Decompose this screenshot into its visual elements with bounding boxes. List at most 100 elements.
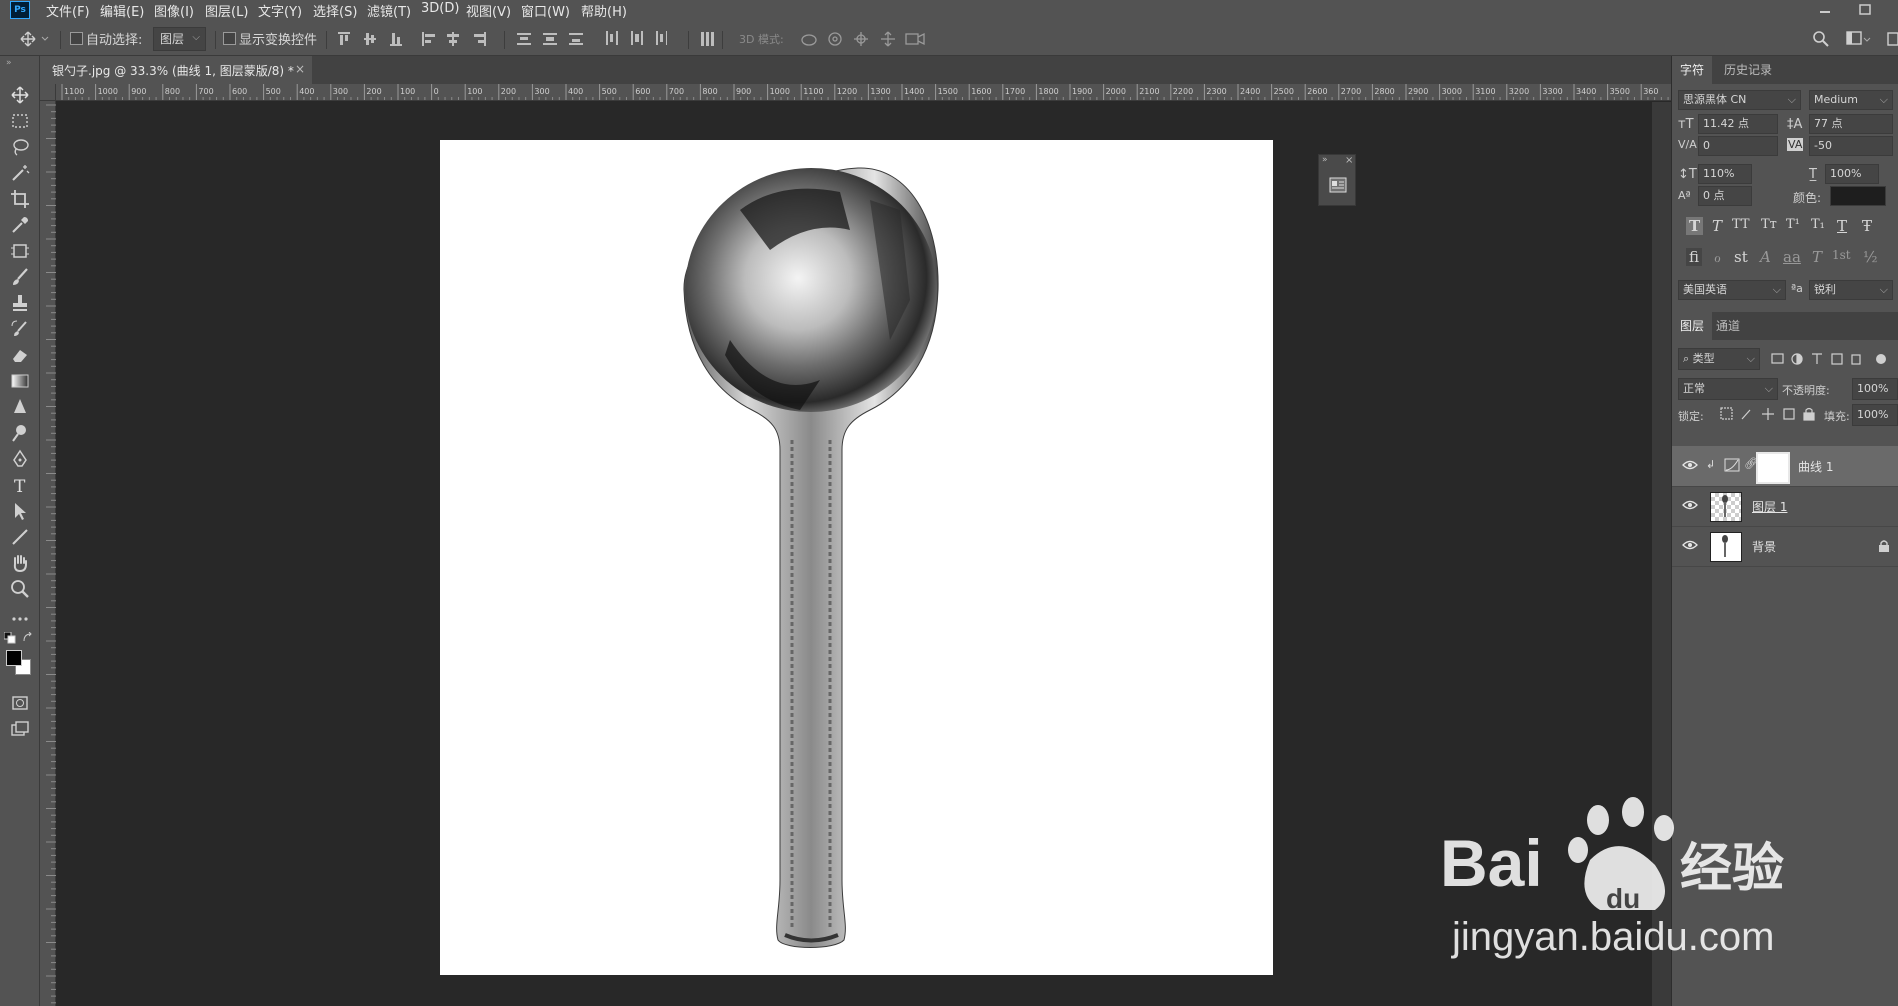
font-family-select[interactable]: 思源黑体 CN ⌵ <box>1678 90 1801 110</box>
align-group-icon[interactable] <box>338 31 498 47</box>
dodge-tool-icon[interactable] <box>9 422 31 444</box>
menu-layer[interactable]: 图层(L) <box>205 1 248 20</box>
minimize-icon[interactable] <box>1818 2 1832 16</box>
small-caps-button[interactable]: Tт <box>1761 217 1777 232</box>
auto-align-icon[interactable] <box>700 31 714 47</box>
ligature-button[interactable]: fi <box>1686 248 1703 266</box>
superscript-button[interactable]: T¹ <box>1786 217 1800 232</box>
baseline-shift-field[interactable]: 0 点 <box>1698 186 1752 206</box>
font-size-field[interactable]: 11.42 点 <box>1698 114 1778 134</box>
ordinals-button[interactable]: 1st <box>1832 248 1851 262</box>
type-tool-icon[interactable]: T <box>9 474 31 496</box>
frame-tool-icon[interactable] <box>9 240 31 262</box>
menu-type[interactable]: 文字(Y) <box>258 1 302 20</box>
ruler-origin[interactable] <box>40 84 56 101</box>
eye-icon[interactable] <box>1682 499 1698 511</box>
lock-icons[interactable] <box>1720 406 1830 422</box>
document-canvas[interactable] <box>440 140 1273 975</box>
tab-character[interactable]: 字符 <box>1672 56 1713 84</box>
line-tool-icon[interactable] <box>9 526 31 548</box>
menu-view[interactable]: 视图(V) <box>466 1 511 20</box>
path-select-icon[interactable] <box>9 500 31 522</box>
fractions-button[interactable]: ½ <box>1863 248 1878 266</box>
layer-thumbnail[interactable] <box>1710 492 1742 522</box>
collapse-toolbox-icon[interactable]: » <box>6 58 12 68</box>
screen-mode-icon[interactable] <box>9 718 31 740</box>
layer-mask-thumbnail[interactable] <box>1756 452 1790 484</box>
layer-thumbnail[interactable] <box>1710 532 1742 562</box>
restore-icon[interactable] <box>1858 2 1872 16</box>
share-icon[interactable] <box>1886 30 1898 48</box>
text-color-swatch[interactable] <box>1830 186 1886 206</box>
faux-bold-button[interactable]: T <box>1686 217 1704 235</box>
strikethrough-button[interactable]: Ŧ <box>1862 217 1872 235</box>
close-icon[interactable]: × <box>1345 155 1353 166</box>
layer-name[interactable]: 图层 1 <box>1752 498 1787 515</box>
default-colors-icon[interactable] <box>4 632 16 644</box>
discretionary-ligature-button[interactable]: ℴ <box>1714 248 1721 266</box>
menu-help[interactable]: 帮助(H) <box>581 1 627 20</box>
menu-window[interactable]: 窗口(W) <box>521 1 570 20</box>
workspace-icon[interactable] <box>1846 30 1872 48</box>
distribute-group-icon[interactable] <box>517 31 667 47</box>
crop-tool-icon[interactable] <box>9 188 31 210</box>
horizontal-scale-field[interactable]: 100% <box>1825 164 1879 184</box>
gradient-tool-icon[interactable] <box>9 370 31 392</box>
history-brush-icon[interactable] <box>9 318 31 340</box>
tracking-field[interactable]: -50 <box>1809 136 1893 156</box>
layer-name[interactable]: 曲线 1 <box>1798 458 1833 475</box>
blur-tool-icon[interactable] <box>9 396 31 418</box>
collapsed-panel-dock[interactable]: » × <box>1318 154 1356 206</box>
quick-mask-icon[interactable] <box>9 692 31 714</box>
auto-select-dropdown[interactable]: 图层 ⌵ <box>153 27 206 51</box>
properties-panel-icon[interactable] <box>1328 175 1348 195</box>
vertical-scale-field[interactable]: 110% <box>1698 164 1752 184</box>
stamp-tool-icon[interactable] <box>9 292 31 314</box>
font-style-select[interactable]: Medium ⌵ <box>1809 90 1893 110</box>
pen-tool-icon[interactable] <box>9 448 31 470</box>
marquee-tool-icon[interactable] <box>9 110 31 132</box>
hand-tool-icon[interactable] <box>9 552 31 574</box>
lasso-tool-icon[interactable] <box>9 136 31 158</box>
subscript-button[interactable]: T₁ <box>1811 217 1825 232</box>
fill-field[interactable]: 100% <box>1852 404 1898 426</box>
eye-icon[interactable] <box>1682 539 1698 551</box>
3d-tools-icon[interactable] <box>800 29 930 49</box>
menu-image[interactable]: 图像(I) <box>154 1 194 20</box>
contextual-alternates-button[interactable]: st <box>1734 248 1748 266</box>
layer-row[interactable]: ↲ 🔗︎ 曲线 1 <box>1672 446 1898 487</box>
menu-3d[interactable]: 3D(D) <box>421 1 459 16</box>
magic-wand-icon[interactable] <box>9 162 31 184</box>
brush-tool-icon[interactable] <box>9 266 31 288</box>
layer-row[interactable]: 背景 <box>1672 526 1898 567</box>
close-icon[interactable]: × <box>295 62 305 76</box>
tab-layers[interactable]: 图层 <box>1672 312 1713 340</box>
antialias-select[interactable]: 锐利 ⌵ <box>1809 280 1893 300</box>
eyedropper-icon[interactable] <box>9 214 31 236</box>
stylistic-alternates-button[interactable]: aa <box>1783 248 1801 266</box>
move-tool-icon[interactable] <box>20 31 50 47</box>
move-tool-icon[interactable] <box>9 84 31 106</box>
foreground-color-swatch[interactable] <box>6 650 22 666</box>
menu-file[interactable]: 文件(F) <box>46 1 90 20</box>
auto-select-checkbox[interactable] <box>70 32 83 45</box>
menu-edit[interactable]: 编辑(E) <box>100 1 144 20</box>
layer-row[interactable]: 图层 1 <box>1672 486 1898 527</box>
layer-name[interactable]: 背景 <box>1752 538 1776 555</box>
tab-history[interactable]: 历史记录 <box>1716 56 1780 84</box>
eye-icon[interactable] <box>1682 459 1698 471</box>
zoom-tool-icon[interactable] <box>9 578 31 600</box>
show-transform-checkbox[interactable] <box>223 32 236 45</box>
vertical-ruler[interactable] <box>40 101 56 1006</box>
blend-mode-select[interactable]: 正常 ⌵ <box>1678 378 1778 400</box>
layer-filter-select[interactable]: ⌕ 类型 ⌵ <box>1678 348 1760 370</box>
more-tools-icon[interactable] <box>9 608 31 630</box>
all-caps-button[interactable]: TT <box>1732 217 1750 232</box>
kerning-field[interactable]: 0 <box>1698 136 1778 156</box>
menu-filter[interactable]: 滤镜(T) <box>367 1 411 20</box>
expand-panels-icon[interactable]: » <box>1322 155 1328 165</box>
underline-button[interactable]: T <box>1837 217 1847 235</box>
horizontal-ruler[interactable]: 1100 1000 900 800 700 600 500 400 300 200 100 0 100 2… <box>56 84 1671 101</box>
swap-colors-icon[interactable] <box>22 632 34 644</box>
layer-filter-icons[interactable] <box>1770 352 1895 366</box>
